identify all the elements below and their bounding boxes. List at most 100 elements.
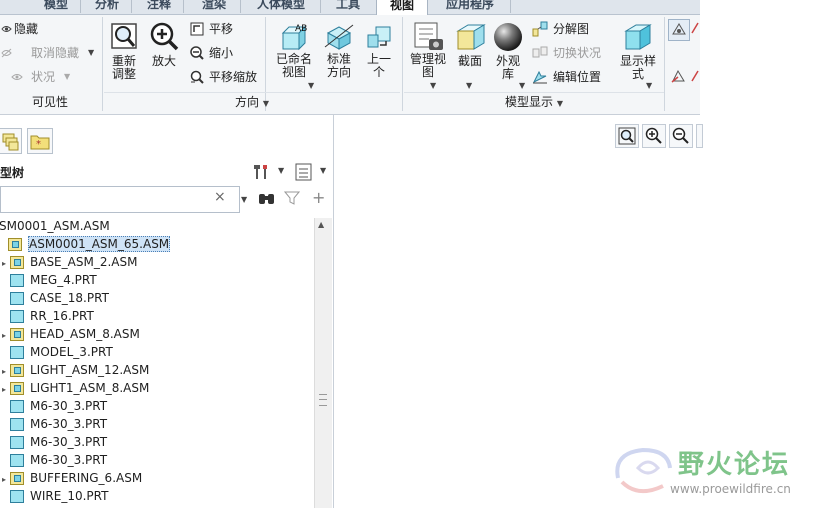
status-icon [10, 71, 24, 87]
tree-item[interactable]: M6-30_3.PRT [2, 415, 107, 433]
tree-item[interactable]: M6-30_3.PRT [2, 433, 107, 451]
tab-separator [131, 0, 132, 13]
tree-item[interactable]: M6-30_3.PRT [2, 451, 107, 469]
tree-columns-button[interactable] [294, 162, 314, 185]
unhide-label: 取消隐藏 [31, 46, 80, 60]
tree-root[interactable]: SM0001_ASM.ASM [0, 217, 110, 235]
group-label-orientation[interactable]: 方向 ▼ [104, 93, 400, 111]
previous-view-button[interactable]: 上一 个 [362, 19, 396, 91]
section-button[interactable]: 截面 ▼ [452, 19, 488, 91]
part-icon [10, 436, 24, 449]
clear-search-icon[interactable]: × [214, 189, 226, 205]
tab-tools[interactable]: 工具 [330, 0, 366, 13]
hide-icon [0, 23, 12, 39]
tree-item-label: LIGHT_ASM_12.ASM [30, 363, 150, 377]
tab-manikin[interactable]: 人体模型 [248, 0, 314, 13]
view-option-button[interactable] [670, 67, 688, 85]
chevron-down-icon: ▼ [88, 48, 95, 57]
tree-item[interactable]: ▸ BASE_ASM_2.ASM [2, 253, 137, 271]
tab-view[interactable]: 视图 [376, 0, 428, 16]
display-style-button[interactable]: 显示样 式 ▼ [616, 19, 660, 91]
section-label: 截面 [457, 54, 482, 68]
tree-item[interactable]: ASM0001_ASM_65.ASM [0, 235, 171, 253]
tab-model[interactable]: 模型 [36, 0, 76, 13]
previous-view-icon [364, 21, 394, 51]
tree-item-label: M6-30_3.PRT [30, 453, 108, 467]
tree-item-label: MEG_4.PRT [30, 273, 97, 287]
zoom-in-button[interactable]: 放大 [146, 19, 182, 91]
tree-scrollbar[interactable]: ▲ [314, 218, 332, 508]
tab-applications[interactable]: 应用程序 [436, 0, 504, 13]
tree-settings-button[interactable] [252, 162, 272, 185]
chevron-down-icon: ▼ [466, 81, 473, 90]
previous-view-label: 上一 个 [366, 52, 391, 79]
watermark-logo-icon [615, 447, 672, 494]
zoom-in-button[interactable] [642, 124, 666, 148]
zoom-out-button[interactable] [669, 124, 693, 148]
appearance-gallery-button[interactable]: 外观 库 ▼ [490, 19, 526, 91]
tab-analysis[interactable]: 分析 [88, 0, 126, 13]
refit-button[interactable] [615, 124, 639, 148]
tree-item[interactable]: ▸ LIGHT1_ASM_8.ASM [2, 379, 149, 397]
manage-views-button[interactable]: 管理视 图 ▼ [406, 19, 450, 91]
scroll-up-arrow-icon[interactable]: ▲ [318, 220, 324, 229]
tree-item[interactable]: MEG_4.PRT [2, 271, 97, 289]
named-views-button[interactable]: AB 已命名 视图 ▼ [272, 19, 316, 91]
tree-item[interactable]: CASE_18.PRT [2, 289, 109, 307]
view-option-icon [671, 69, 685, 83]
group-separator [102, 17, 103, 111]
exploded-view-icon [532, 21, 548, 41]
chevron-down-icon: ▼ [430, 81, 437, 90]
scrollbar-grip[interactable] [319, 394, 327, 406]
chevron-down-icon[interactable]: ▼ [320, 166, 326, 175]
tree-item[interactable]: ▸ BUFFERING_6.ASM [2, 469, 142, 487]
tab-render[interactable]: 渲染 [192, 0, 236, 13]
tree-search-input[interactable] [0, 186, 240, 213]
manage-views-label: 管理视 图 [409, 52, 446, 79]
part-icon [10, 274, 24, 287]
assembly-icon [10, 472, 24, 485]
unhide-icon [0, 47, 12, 63]
layer-tree-icon [2, 133, 19, 151]
tree-item[interactable]: WIRE_10.PRT [2, 487, 108, 505]
refit-label: 重新 调整 [111, 54, 136, 81]
chevron-down-icon[interactable]: ▼ [241, 195, 247, 204]
standard-orientation-button[interactable]: 标准 方向 [320, 19, 358, 91]
group-label-model-display-text: 模型显示 [505, 95, 554, 109]
group-separator [664, 17, 665, 111]
svg-text:*: * [36, 139, 41, 150]
list-icon [295, 163, 312, 181]
model-tree-title: 型树 [0, 166, 25, 180]
status-button[interactable]: 状况 ▼ [0, 69, 80, 85]
tree-item[interactable]: MODEL_3.PRT [2, 343, 113, 361]
part-icon [10, 490, 24, 503]
chevron-down-icon[interactable]: ▼ [278, 166, 284, 175]
assembly-icon [10, 364, 24, 377]
tree-item[interactable]: RR_16.PRT [2, 307, 94, 325]
tree-item-label: CASE_18.PRT [30, 291, 109, 305]
pan-icon [190, 22, 204, 40]
group-label-model-display[interactable]: 模型显示 ▼ [404, 93, 664, 111]
find-button[interactable] [258, 190, 276, 209]
refit-button[interactable]: 重新 调整 [106, 19, 142, 91]
manage-views-icon [411, 21, 445, 51]
filter-button[interactable] [283, 190, 301, 209]
unhide-button[interactable]: 取消隐藏 ▼ [0, 45, 100, 61]
toggle-status-label: 切换状况 [553, 46, 602, 60]
view-option-button[interactable] [690, 67, 700, 85]
appearance-sphere-icon [492, 21, 524, 53]
tab-annotate[interactable]: 注释 [140, 0, 178, 13]
tree-item[interactable]: M6-30_3.PRT [2, 397, 107, 415]
tree-item[interactable]: ▸ LIGHT_ASM_12.ASM [2, 361, 149, 379]
pan-zoom-icon [190, 70, 204, 88]
add-filter-button[interactable]: + [312, 188, 325, 207]
assembly-icon [8, 238, 22, 251]
repaint-button[interactable] [696, 124, 703, 148]
standard-orientation-label: 标准 方向 [326, 52, 351, 79]
tree-item[interactable]: ▸ HEAD_ASM_8.ASM [2, 325, 140, 343]
favorites-tab[interactable]: * [27, 128, 53, 154]
view-option-button[interactable] [690, 19, 700, 39]
layer-tree-tab[interactable] [0, 128, 22, 154]
view-option-button[interactable] [668, 19, 690, 41]
tab-separator [320, 0, 321, 13]
